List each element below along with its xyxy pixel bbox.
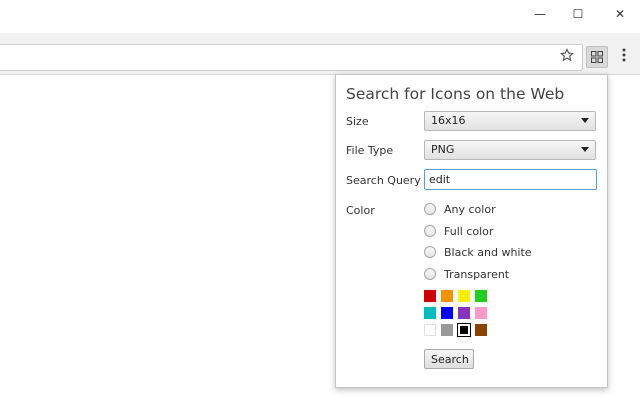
icon-search-popup: Search for Icons on the Web Size 16x16 F… (335, 74, 608, 388)
radio-button[interactable] (424, 225, 436, 237)
color-swatch[interactable] (441, 290, 453, 302)
close-window-button[interactable]: ✕ (598, 0, 640, 28)
search-query-input[interactable]: edit (424, 169, 597, 190)
color-swatch[interactable] (475, 290, 487, 302)
radio-button[interactable] (424, 203, 436, 215)
maximize-button[interactable]: ☐ (556, 0, 600, 28)
radio-full-color[interactable]: Full color (424, 223, 493, 239)
bookmark-star-button[interactable] (558, 48, 576, 66)
browser-menu-button[interactable] (615, 48, 633, 66)
radio-button[interactable] (424, 246, 436, 258)
search-query-label: Search Query (346, 174, 421, 187)
color-swatch[interactable] (457, 323, 471, 337)
radio-transparent[interactable]: Transparent (424, 266, 509, 282)
color-swatch[interactable] (441, 324, 453, 336)
color-swatch[interactable] (424, 324, 436, 336)
radio-button[interactable] (424, 268, 436, 280)
radio-any-color[interactable]: Any color (424, 201, 496, 217)
size-select[interactable]: 16x16 (424, 111, 596, 131)
radio-label: Transparent (444, 267, 510, 281)
maximize-icon: ☐ (572, 7, 584, 21)
popup-title: Search for Icons on the Web (346, 85, 565, 103)
color-label: Color (346, 204, 375, 217)
file-type-label: File Type (346, 144, 394, 157)
star-icon (559, 48, 575, 62)
browser-toolbar (0, 33, 640, 75)
radio-black-and-white[interactable]: Black and white (424, 244, 532, 260)
title-bar: — ☐ ✕ (0, 0, 640, 34)
color-swatch[interactable] (458, 307, 470, 319)
minimize-icon: — (534, 7, 546, 21)
file-type-select-value: PNG (431, 143, 455, 156)
grid-icon (591, 51, 603, 63)
color-swatch[interactable] (424, 307, 436, 319)
close-icon: ✕ (614, 7, 626, 21)
color-swatch[interactable] (475, 307, 487, 319)
search-button[interactable]: Search (424, 349, 474, 369)
color-swatch[interactable] (458, 290, 470, 302)
color-swatch[interactable] (424, 290, 436, 302)
color-swatch[interactable] (475, 324, 487, 336)
size-label: Size (346, 115, 369, 128)
extension-button[interactable] (586, 46, 608, 68)
radio-label: Full color (444, 224, 494, 238)
size-select-value: 16x16 (431, 114, 466, 127)
address-bar[interactable] (0, 44, 583, 71)
color-swatch-grid (424, 290, 494, 338)
radio-label: Any color (444, 202, 496, 216)
chevron-down-icon (581, 118, 589, 123)
radio-label: Black and white (444, 245, 532, 259)
file-type-select[interactable]: PNG (424, 140, 596, 160)
kebab-menu-icon (622, 48, 626, 62)
chevron-down-icon (581, 147, 589, 152)
color-swatch[interactable] (441, 307, 453, 319)
